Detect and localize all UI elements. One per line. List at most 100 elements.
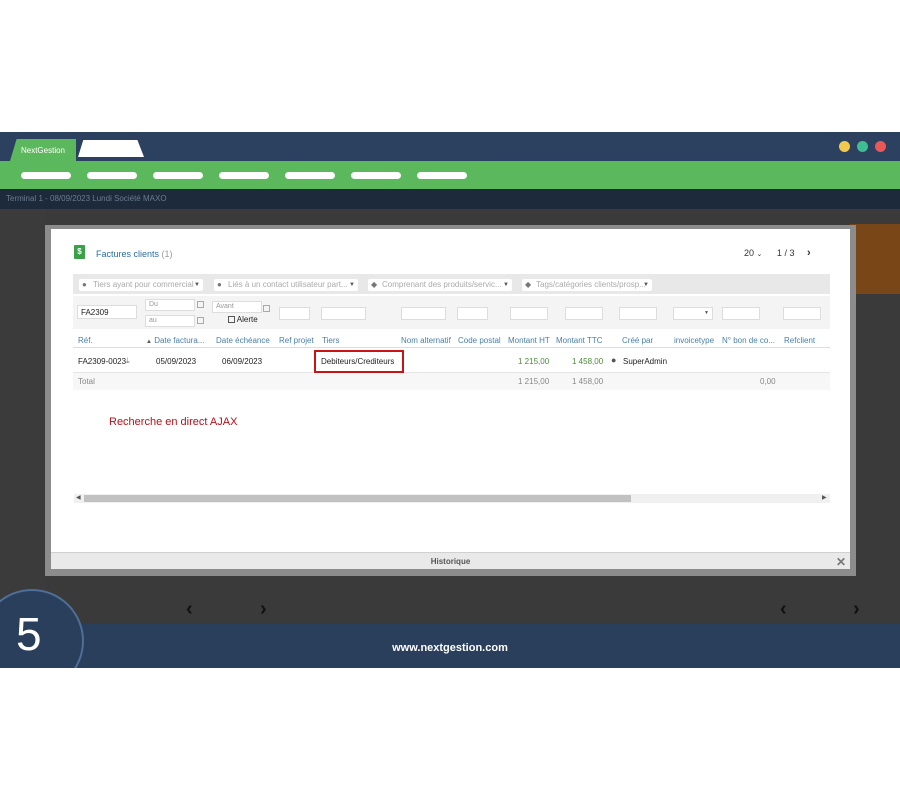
- montant-ttc-input[interactable]: [565, 307, 603, 320]
- col-code-postal[interactable]: Code postal: [458, 336, 501, 345]
- nav-item-4[interactable]: [219, 172, 269, 179]
- row-date-echeance: 06/09/2023: [222, 357, 263, 366]
- col-tiers[interactable]: Tiers: [322, 336, 339, 345]
- row-date-facture: 05/09/2023: [156, 357, 197, 366]
- contact-filter-text: Liés à un contact utilisateur part...: [228, 280, 348, 289]
- alerte-checkbox[interactable]: [228, 316, 235, 324]
- calendar-icon[interactable]: [263, 305, 270, 312]
- commercial-filter-text: Tiers ayant pour commercial: [93, 280, 194, 289]
- nav-bar: [0, 161, 900, 189]
- col-date-echeance[interactable]: Date échéance: [216, 336, 270, 345]
- nom-alternatif-input[interactable]: [401, 307, 446, 320]
- date-to-input[interactable]: au: [145, 315, 195, 327]
- chevron-right-icon[interactable]: ›: [260, 598, 267, 621]
- chevron-right-icon[interactable]: ›: [853, 598, 860, 621]
- scroll-left-icon[interactable]: ◀: [76, 494, 81, 501]
- total-label: Total: [78, 377, 95, 386]
- tag-icon: ◆: [371, 280, 378, 289]
- col-montant-ht[interactable]: Montant HT: [508, 336, 550, 345]
- col-ref[interactable]: Réf.: [78, 336, 93, 345]
- user-icon: ●: [82, 280, 87, 289]
- alerte-label: Alerte: [236, 315, 258, 324]
- bon-commande-input[interactable]: [722, 307, 760, 320]
- scrollbar-thumb[interactable]: [84, 495, 631, 502]
- code-postal-input[interactable]: [457, 307, 488, 320]
- commercial-filter[interactable]: ● Tiers ayant pour commercial ▼: [79, 279, 203, 291]
- invoice-icon: $: [74, 245, 85, 259]
- row-cree-par[interactable]: SuperAdmin: [623, 357, 667, 366]
- total-ht: 1 215,00: [518, 377, 550, 386]
- row-ref[interactable]: FA2309-0023: [78, 357, 126, 366]
- tab-blank[interactable]: [78, 140, 144, 157]
- close-dot-icon[interactable]: [875, 141, 886, 152]
- scroll-right-icon[interactable]: ▶: [822, 494, 827, 501]
- products-filter[interactable]: ◆ Comprenant des produits/servic... ▼: [368, 279, 512, 291]
- calendar-icon[interactable]: [197, 317, 204, 324]
- ajax-annotation: Recherche en direct AJAX: [109, 416, 238, 428]
- col-invoicetype[interactable]: invoicetype: [674, 336, 714, 345]
- montant-ht-input[interactable]: [510, 307, 548, 320]
- products-filter-text: Comprenant des produits/servic...: [382, 280, 502, 289]
- maximize-dot-icon[interactable]: [857, 141, 868, 152]
- dropdown-icon: ▼: [194, 282, 200, 288]
- close-icon[interactable]: ✕: [836, 555, 846, 569]
- dropdown-icon: ▼: [704, 310, 709, 316]
- background-sidebar: [0, 209, 46, 629]
- date-from-input[interactable]: Du: [145, 299, 195, 311]
- per-page-select[interactable]: 20: [744, 248, 754, 258]
- chevron-down-icon: ⌄: [756, 251, 763, 258]
- pagination: 20 ⌄ 1 / 3 ›: [744, 247, 811, 259]
- calendar-icon[interactable]: [197, 301, 204, 308]
- col-bon-commande[interactable]: N° bon de co...: [722, 336, 775, 345]
- alerte-checkbox-group: Alerte: [228, 315, 258, 324]
- nav-item-2[interactable]: [87, 172, 137, 179]
- col-ref-projet[interactable]: Ref projet: [279, 336, 314, 345]
- nav-item-3[interactable]: [153, 172, 203, 179]
- title-text: Factures clients: [96, 249, 160, 259]
- app-frame: NextGestion Terminal 1 - 08/09/2023 Lund…: [0, 132, 900, 668]
- col-montant-ttc[interactable]: Montant TTC: [556, 336, 603, 345]
- sort-up-icon: ▲: [146, 339, 152, 345]
- download-icon[interactable]: ⤓: [126, 356, 130, 366]
- nav-item-1[interactable]: [21, 172, 71, 179]
- nav-item-7[interactable]: [417, 172, 467, 179]
- ref-search-input[interactable]: FA2309: [77, 305, 137, 319]
- page-current: 1: [776, 248, 782, 258]
- minimize-dot-icon[interactable]: [839, 141, 850, 152]
- ref-projet-input[interactable]: [279, 307, 310, 320]
- background-panel: [850, 224, 900, 294]
- modal-title: Factures clients (1): [96, 249, 173, 259]
- page-separator: /: [784, 248, 787, 258]
- tags-filter-text: Tags/catégories clients/prosp...: [536, 280, 646, 289]
- step-number: 5: [16, 608, 42, 660]
- refclient-input[interactable]: [783, 307, 821, 320]
- user-icon: ●: [217, 280, 222, 289]
- title-count: (1): [161, 249, 173, 259]
- total-ttc: 1 458,00: [572, 377, 604, 386]
- tags-filter[interactable]: ◆ Tags/catégories clients/prosp... ▼: [522, 279, 652, 291]
- col-refclient[interactable]: Refclient: [784, 336, 815, 345]
- history-footer[interactable]: Historique: [51, 552, 850, 569]
- contact-filter[interactable]: ● Liés à un contact utilisateur part... ▼: [214, 279, 358, 291]
- tag-icon: ◆: [525, 280, 532, 289]
- tab-nextgestion[interactable]: NextGestion: [10, 139, 76, 161]
- col-date-facture-label: Date factura...: [154, 336, 205, 345]
- nav-item-5[interactable]: [285, 172, 335, 179]
- next-page-icon[interactable]: ›: [807, 247, 811, 259]
- col-cree-par[interactable]: Créé par: [622, 336, 653, 345]
- tiers-input[interactable]: [321, 307, 366, 320]
- dropdown-icon: ▼: [349, 282, 355, 288]
- chevron-left-icon[interactable]: ‹: [780, 598, 787, 621]
- total-other: 0,00: [760, 377, 776, 386]
- col-date-facture[interactable]: ▲ Date factura...: [146, 336, 204, 345]
- chevron-left-icon[interactable]: ‹: [186, 598, 193, 621]
- nav-item-6[interactable]: [351, 172, 401, 179]
- row-montant-ht: 1 215,00: [518, 357, 550, 366]
- browser-topbar: NextGestion: [0, 132, 900, 161]
- due-before-input[interactable]: Avant: [212, 301, 262, 313]
- row-montant-ttc: 1 458,00: [572, 357, 604, 366]
- col-nom-alternatif[interactable]: Nom alternatif: [401, 336, 451, 345]
- invoicetype-select[interactable]: ▼: [673, 307, 713, 320]
- user-icon: ●: [611, 355, 617, 365]
- cree-par-input[interactable]: [619, 307, 657, 320]
